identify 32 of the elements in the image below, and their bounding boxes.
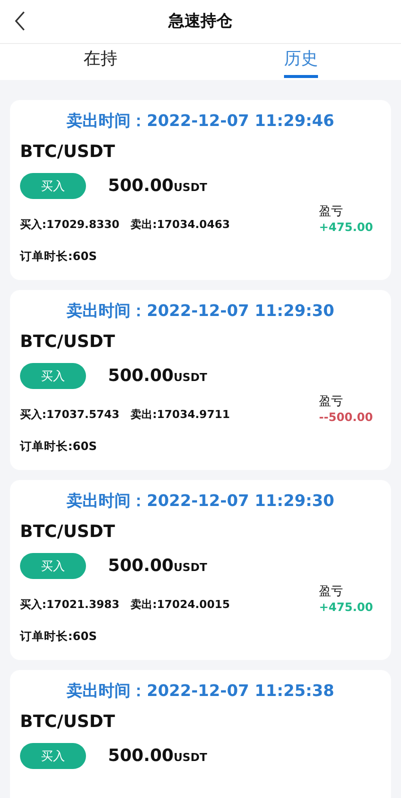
buy-button[interactable]: 买入: [20, 553, 86, 579]
trading-pair: BTC/USDT: [20, 331, 116, 354]
order-duration: 订单时长:60S: [20, 629, 98, 644]
sell-time: 卖出时间：2022-12-07 11:29:30: [66, 300, 336, 322]
back-icon[interactable]: [14, 11, 26, 31]
tab[interactable]: 历史: [284, 44, 318, 78]
profit-label: 盈亏: [319, 583, 343, 600]
sell-time: 卖出时间：2022-12-07 11:25:38: [66, 680, 336, 702]
price-info: 买入:17037.5743 卖出:17034.9711: [20, 407, 230, 422]
trading-pair: BTC/USDT: [20, 141, 116, 164]
sell-time: 卖出时间：2022-12-07 11:29:30: [66, 490, 336, 512]
order-amount: 500.00USDT: [108, 746, 208, 766]
page-title: 急速持仓: [168, 11, 232, 32]
profit-label: 盈亏: [319, 203, 343, 220]
trading-pair: BTC/USDT: [20, 521, 116, 544]
order-amount: 500.00USDT: [108, 176, 208, 196]
sell-time: 卖出时间：2022-12-07 11:29:46: [66, 110, 336, 132]
order-duration: 订单时长:60S: [20, 249, 98, 264]
buy-button[interactable]: 买入: [20, 173, 86, 199]
tab[interactable]: 在持: [83, 44, 118, 78]
order-amount: 500.00USDT: [108, 366, 208, 386]
buy-button[interactable]: 买入: [20, 743, 86, 769]
order-duration: 订单时长:60S: [20, 439, 98, 454]
profit-label: 盈亏: [319, 393, 343, 410]
trading-pair: BTC/USDT: [20, 711, 116, 734]
buy-button[interactable]: 买入: [20, 363, 86, 389]
profit-value: --500.00: [319, 410, 373, 424]
price-info: 买入:17021.3983 卖出:17024.0015: [20, 597, 230, 612]
profit-value: +475.00: [319, 220, 374, 234]
profit-value: +475.00: [319, 600, 374, 614]
order-amount: 500.00USDT: [108, 556, 208, 576]
price-info: 买入:17029.8330 卖出:17034.0463: [20, 217, 230, 232]
